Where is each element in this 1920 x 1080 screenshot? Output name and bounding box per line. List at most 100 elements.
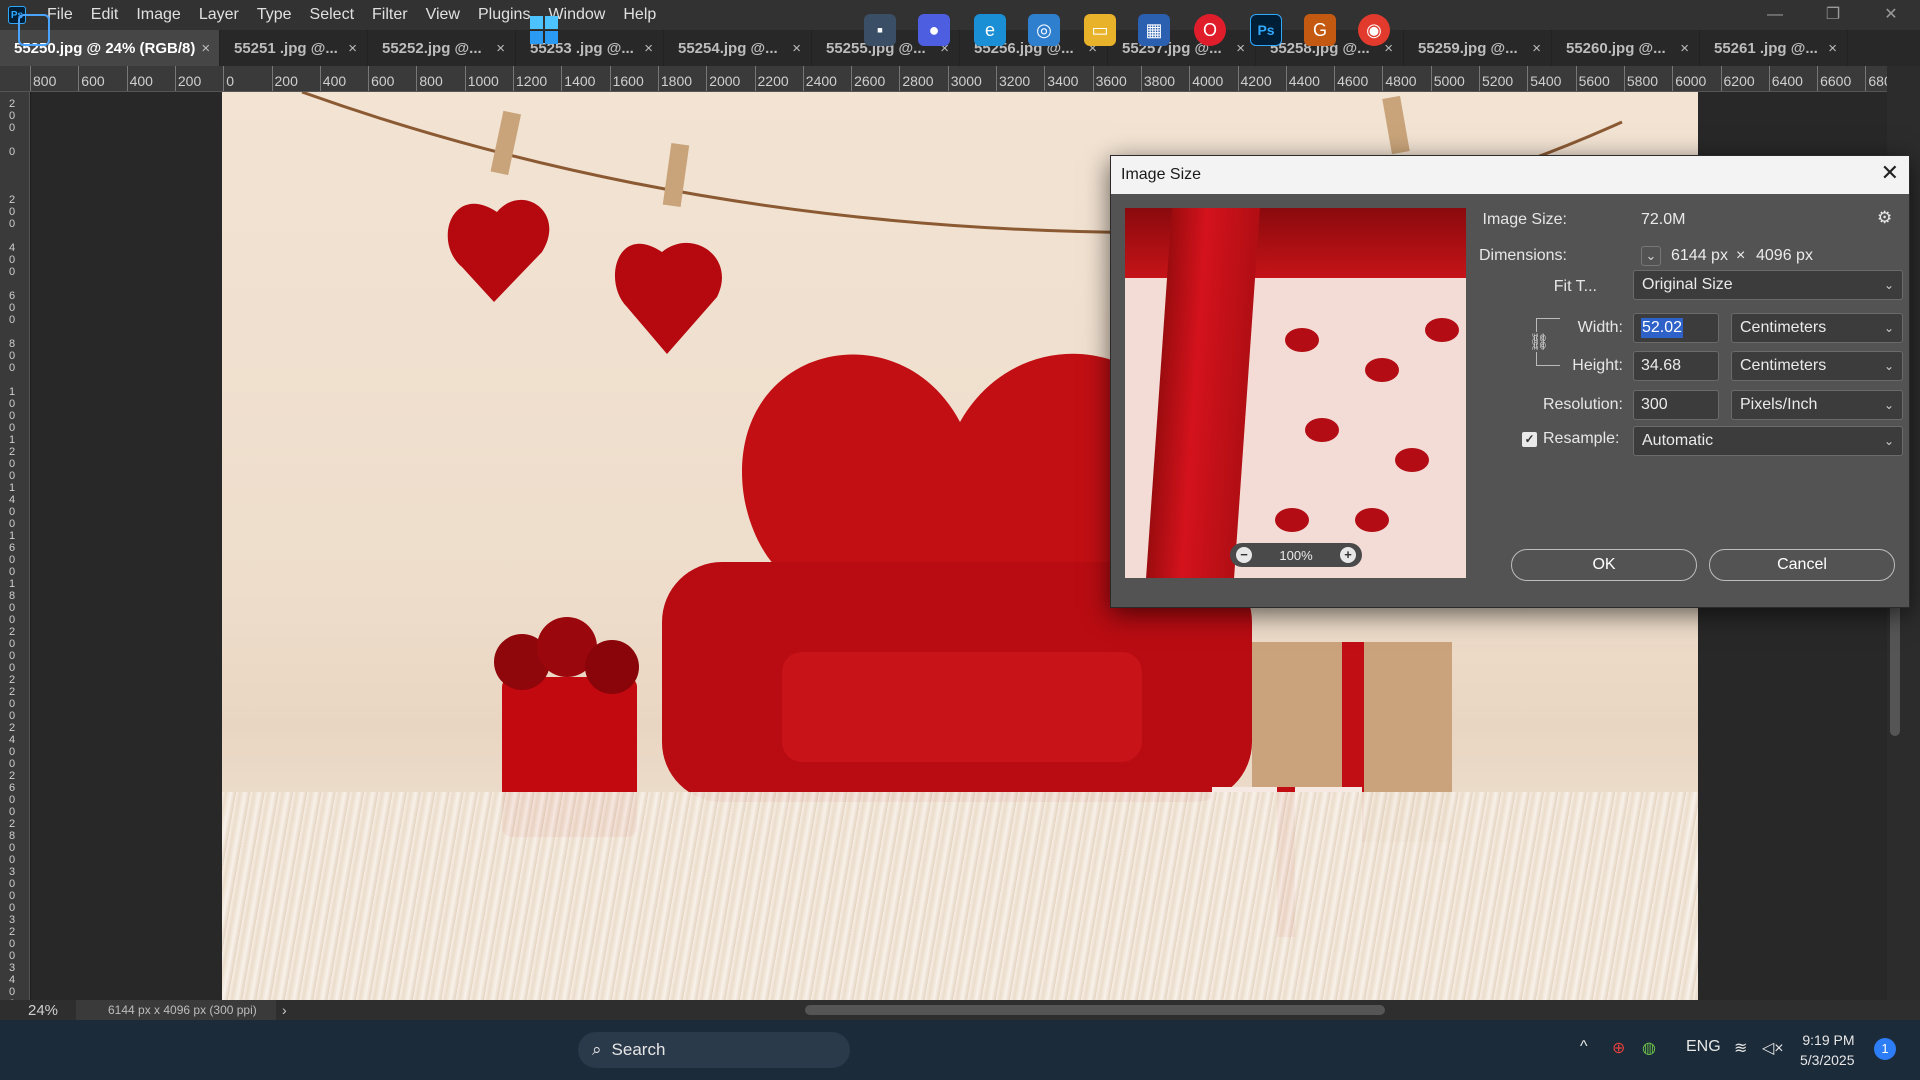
globe-icon[interactable]: ◍ bbox=[1642, 1038, 1656, 1058]
teams-icon[interactable]: ● bbox=[918, 14, 950, 46]
resolution-input[interactable]: 300 bbox=[1633, 390, 1719, 420]
dialog-title-bar[interactable]: Image Size ✕ bbox=[1111, 156, 1909, 194]
tab-close-icon[interactable]: × bbox=[1532, 40, 1541, 57]
tab-close-icon[interactable]: × bbox=[348, 40, 357, 57]
ruler-tick bbox=[754, 66, 756, 91]
shield-browser-icon[interactable]: G bbox=[1304, 14, 1336, 46]
resolution-unit-select[interactable]: Pixels/Inch ⌄ bbox=[1731, 390, 1903, 420]
width-unit-select[interactable]: Centimeters ⌄ bbox=[1731, 313, 1903, 343]
tab-label: 55251 .jpg @... bbox=[234, 39, 338, 57]
image-preview[interactable]: − 100% + bbox=[1125, 208, 1466, 578]
preview-zoom-control: − 100% + bbox=[1230, 543, 1362, 567]
vpn-icon[interactable]: ⊕ bbox=[1612, 1038, 1625, 1058]
maximize-icon[interactable]: ❐ bbox=[1804, 0, 1862, 30]
taskbar-search[interactable]: ⌕ Search bbox=[578, 1032, 850, 1068]
tab-close-icon[interactable]: × bbox=[201, 40, 210, 57]
menu-filter[interactable]: Filter bbox=[363, 6, 417, 24]
menu-image[interactable]: Image bbox=[127, 6, 189, 24]
horizontal-ruler[interactable]: 800 600 400 200 0 200 400 600 800 1000 1200 1400 160… bbox=[0, 66, 1898, 92]
resolution-label: Resolution: bbox=[1542, 396, 1623, 413]
ruler-label: 1000 bbox=[467, 73, 499, 89]
windows-start-icon[interactable] bbox=[528, 14, 560, 46]
height-input[interactable]: 34.68 bbox=[1633, 351, 1719, 381]
horizontal-scroll-thumb[interactable] bbox=[805, 1005, 1385, 1015]
height-unit-select[interactable]: Centimeters ⌄ bbox=[1731, 351, 1903, 381]
menu-select[interactable]: Select bbox=[301, 6, 363, 24]
ruler-tick bbox=[1575, 66, 1577, 91]
zoom-out-icon[interactable]: − bbox=[1236, 547, 1252, 563]
close-icon[interactable]: ✕ bbox=[1881, 160, 1899, 186]
resample-select[interactable]: Automatic ⌄ bbox=[1633, 426, 1903, 456]
close-icon[interactable]: ✕ bbox=[1862, 0, 1920, 30]
menu-help[interactable]: Help bbox=[614, 6, 665, 24]
ruler-label: 800 bbox=[33, 73, 57, 89]
menu-edit[interactable]: Edit bbox=[82, 6, 128, 24]
width-input[interactable]: 52.02 bbox=[1633, 313, 1719, 343]
chevron-down-icon: ⌄ bbox=[1883, 359, 1894, 373]
tab-close-icon[interactable]: × bbox=[792, 40, 801, 57]
chevron-down-icon[interactable]: ⌄ bbox=[1641, 246, 1661, 266]
fit-to-select[interactable]: Original Size ⌄ bbox=[1633, 270, 1903, 300]
ruler-label: 2600 bbox=[9, 770, 16, 818]
tab-close-icon[interactable]: × bbox=[1828, 40, 1837, 57]
vertical-ruler[interactable]: 200 0 200 400 600 800 1000 1200 1400 1600 1800 2000… bbox=[0, 92, 30, 1000]
fit-to-value: Original Size bbox=[1642, 276, 1733, 293]
tab-55252[interactable]: 55252.jpg @... × bbox=[368, 30, 516, 66]
store-icon[interactable]: ▦ bbox=[1138, 14, 1170, 46]
menu-type[interactable]: Type bbox=[248, 6, 301, 24]
image-size-label: Image Size: bbox=[1482, 211, 1567, 228]
chrome-icon[interactable]: ◉ bbox=[1358, 14, 1390, 46]
ruler-label: 6600 bbox=[1820, 73, 1852, 89]
ruler-label: 1800 bbox=[9, 578, 16, 626]
tab-close-icon[interactable]: × bbox=[1236, 40, 1245, 57]
notification-badge[interactable]: 1 bbox=[1874, 1038, 1896, 1060]
ruler-tick bbox=[30, 66, 31, 91]
ruler-label: 600 bbox=[9, 290, 16, 326]
tab-55261[interactable]: 55261 .jpg @... × bbox=[1700, 30, 1848, 66]
edge-icon[interactable]: e bbox=[974, 14, 1006, 46]
ruler-tick bbox=[802, 66, 804, 91]
ruler-label: 3000 bbox=[9, 866, 16, 914]
tab-55251[interactable]: 55251 .jpg @... × bbox=[220, 30, 368, 66]
status-bar: 24% 6144 px x 4096 px (300 ppi) › bbox=[0, 1000, 1920, 1020]
ruler-tick bbox=[1382, 66, 1384, 91]
zoom-level[interactable]: 24% bbox=[0, 1002, 76, 1019]
widgets-icon[interactable] bbox=[18, 14, 50, 46]
gear-icon[interactable]: ⚙ bbox=[1877, 208, 1892, 228]
tab-close-icon[interactable]: × bbox=[1384, 40, 1393, 57]
task-view-icon[interactable]: ▪ bbox=[864, 14, 896, 46]
menu-view[interactable]: View bbox=[417, 6, 469, 24]
ruler-label: 2200 bbox=[757, 73, 789, 89]
wifi-icon[interactable]: ≋ bbox=[1734, 1038, 1747, 1058]
cancel-button[interactable]: Cancel bbox=[1709, 549, 1895, 581]
resample-checkbox[interactable]: ✓ bbox=[1522, 432, 1537, 447]
tab-close-icon[interactable]: × bbox=[1680, 40, 1689, 57]
zoom-in-icon[interactable]: + bbox=[1340, 547, 1356, 563]
preview-dot bbox=[1425, 318, 1459, 342]
language-indicator[interactable]: ENG bbox=[1686, 1038, 1721, 1056]
tab-close-icon[interactable]: × bbox=[496, 40, 505, 57]
minimize-icon[interactable]: — bbox=[1746, 0, 1804, 30]
menu-layer[interactable]: Layer bbox=[190, 6, 248, 24]
chevron-up-icon[interactable]: ^ bbox=[1580, 1038, 1588, 1056]
clock-time: 9:19 PM bbox=[1802, 1032, 1855, 1048]
file-explorer-icon[interactable]: ▭ bbox=[1084, 14, 1116, 46]
ruler-label: 800 bbox=[9, 338, 16, 374]
tab-55259[interactable]: 55259.jpg @... × bbox=[1404, 30, 1552, 66]
ok-button[interactable]: OK bbox=[1511, 549, 1697, 581]
photoshop-taskbar-icon[interactable]: Ps bbox=[1250, 14, 1282, 46]
volume-muted-icon[interactable]: ◁× bbox=[1762, 1038, 1784, 1058]
tab-55257[interactable]: 55257.jpg @... × bbox=[1108, 30, 1256, 66]
opera-icon[interactable]: O bbox=[1194, 14, 1226, 46]
ruler-tick bbox=[1479, 66, 1480, 91]
width-label: Width: bbox=[1577, 319, 1623, 336]
ruler-label: 2000 bbox=[709, 73, 741, 89]
camera-app-icon[interactable]: ◎ bbox=[1028, 14, 1060, 46]
tab-55254[interactable]: 55254.jpg @... × bbox=[664, 30, 812, 66]
ruler-label: 4400 bbox=[1288, 73, 1320, 89]
tab-55260[interactable]: 55260.jpg @... × bbox=[1552, 30, 1700, 66]
taskbar-clock[interactable]: 9:19 PM 5/3/2025 bbox=[1800, 1030, 1855, 1070]
tab-close-icon[interactable]: × bbox=[644, 40, 653, 57]
status-arrow-icon[interactable]: › bbox=[282, 1002, 287, 1018]
ruler-label: 600 bbox=[371, 73, 395, 89]
